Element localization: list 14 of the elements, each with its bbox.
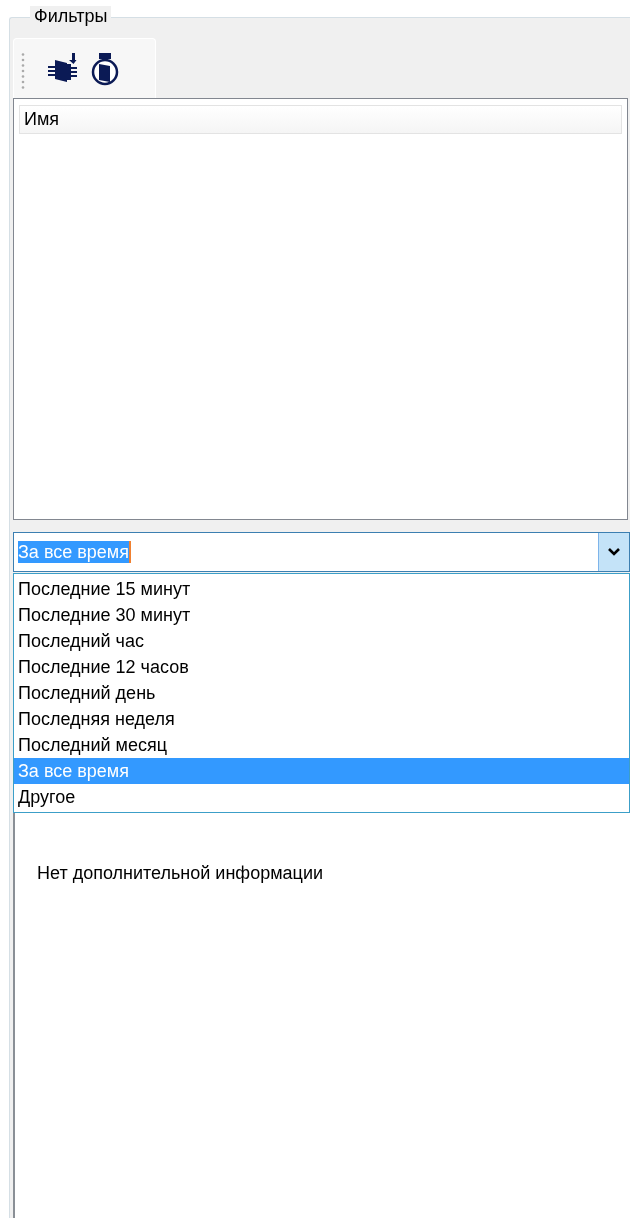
dropdown-option[interactable]: Последние 30 минут (14, 602, 629, 628)
chevron-icon (607, 547, 621, 557)
dropdown-option[interactable]: Другое (14, 784, 629, 810)
group-title: Фильтры (30, 6, 112, 27)
dropdown-option[interactable]: Последний месяц (14, 732, 629, 758)
combo-value: За все время (18, 541, 131, 563)
dropdown-option[interactable]: Последний час (14, 628, 629, 654)
dropdown-option[interactable]: Последние 12 часов (14, 654, 629, 680)
info-text: Нет дополнительной информации (37, 863, 323, 883)
dropdown-button[interactable] (598, 533, 629, 571)
dropdown-option[interactable]: Последний день (14, 680, 629, 706)
column-header[interactable]: Имя (20, 106, 621, 133)
dropdown-option[interactable]: Последняя неделя (14, 706, 629, 732)
dropdown-option[interactable]: Последние 15 минут (14, 576, 629, 602)
